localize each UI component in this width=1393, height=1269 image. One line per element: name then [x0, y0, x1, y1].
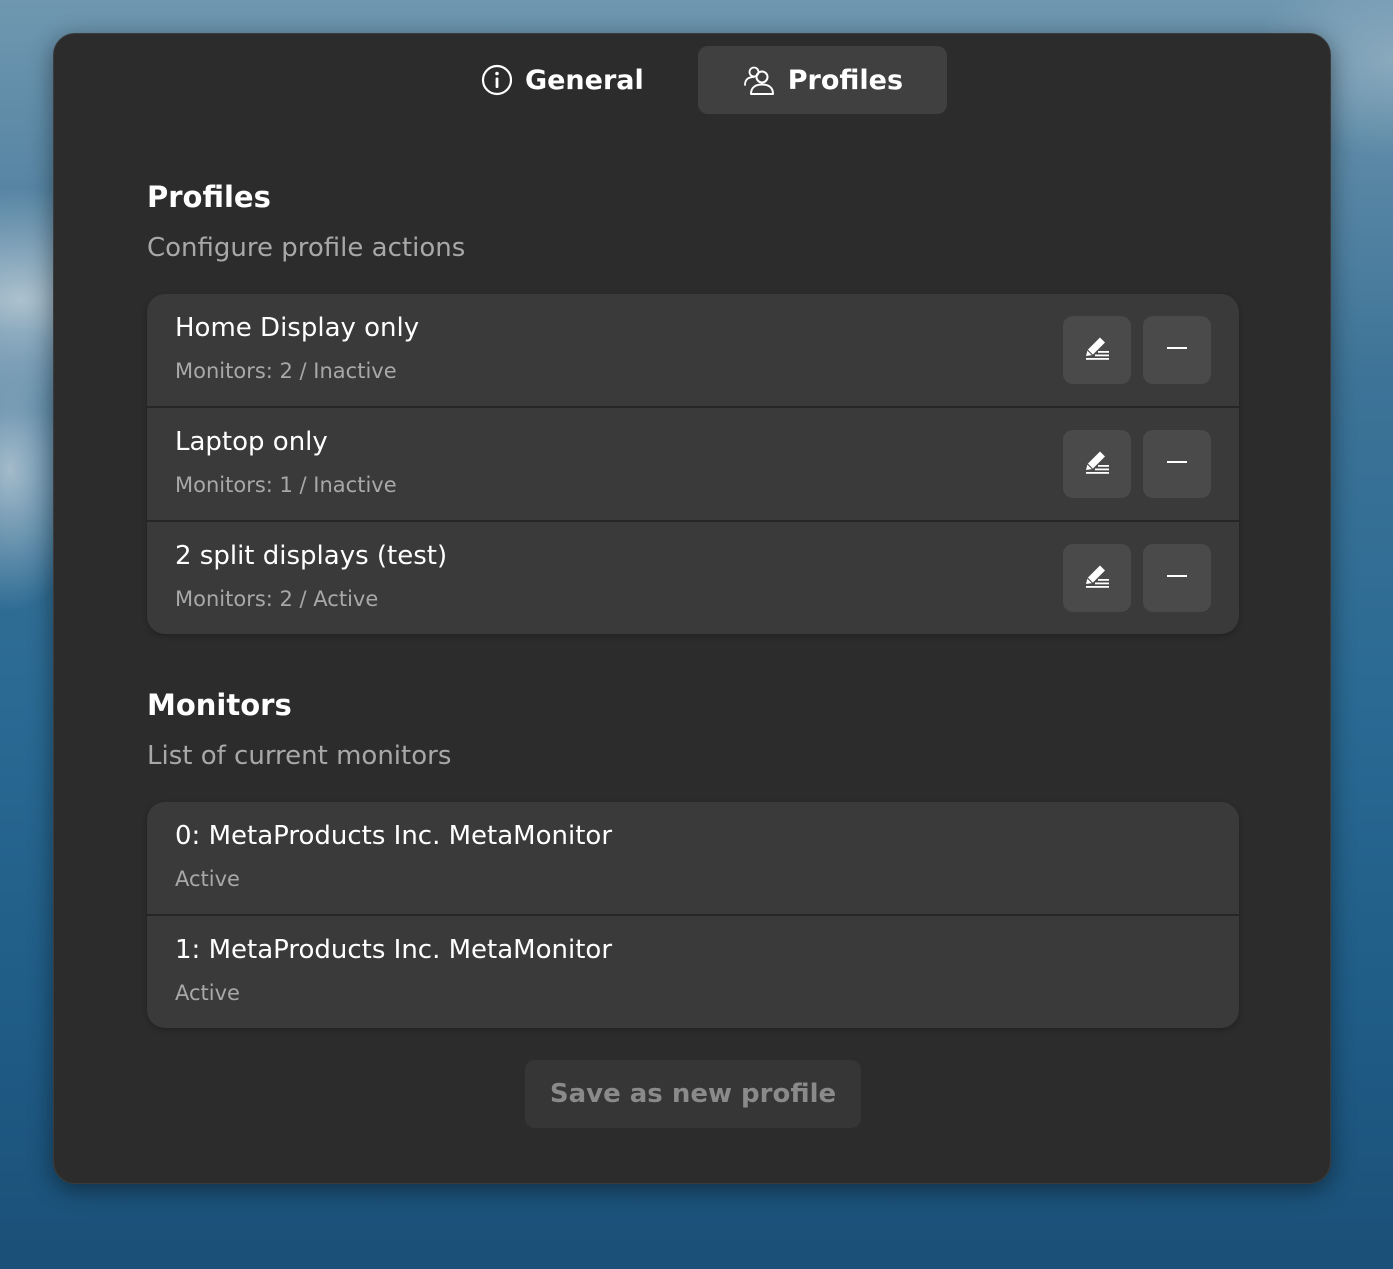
tab-general-label: General [524, 64, 644, 96]
profiles-section-title: Profiles [147, 180, 271, 214]
monitor-row: 0: MetaProducts Inc. MetaMonitor Active [147, 802, 1239, 916]
profile-name: Home Display only [175, 313, 420, 343]
remove-profile-button[interactable] [1143, 316, 1211, 384]
monitor-name: 1: MetaProducts Inc. MetaMonitor [175, 935, 613, 965]
monitor-status: Active [175, 981, 240, 1005]
info-icon [481, 64, 513, 96]
edit-profile-button[interactable] [1063, 430, 1131, 498]
preferences-window: General Profiles Profiles Configure prof… [53, 33, 1331, 1184]
save-as-new-profile-button[interactable]: Save as new profile [525, 1060, 861, 1128]
monitors-list: 0: MetaProducts Inc. MetaMonitor Active … [147, 802, 1239, 1028]
monitor-status: Active [175, 867, 240, 891]
profiles-list: Home Display only Monitors: 2 / Inactive [147, 294, 1239, 634]
remove-profile-button[interactable] [1143, 544, 1211, 612]
profile-row: 2 split displays (test) Monitors: 2 / Ac… [147, 522, 1239, 634]
profile-name: 2 split displays (test) [175, 541, 448, 571]
edit-icon [1081, 332, 1113, 368]
minus-icon [1165, 336, 1189, 364]
profile-detail: Monitors: 1 / Inactive [175, 473, 397, 497]
minus-icon [1165, 450, 1189, 478]
edit-profile-button[interactable] [1063, 544, 1131, 612]
edit-profile-button[interactable] [1063, 316, 1131, 384]
profiles-section-subtitle: Configure profile actions [147, 233, 466, 263]
minus-icon [1165, 564, 1189, 592]
monitor-name: 0: MetaProducts Inc. MetaMonitor [175, 821, 613, 851]
profile-detail: Monitors: 2 / Active [175, 587, 379, 611]
monitors-section-title: Monitors [147, 688, 292, 722]
edit-icon [1081, 446, 1113, 482]
tab-bar: General Profiles [54, 46, 1330, 114]
profile-name: Laptop only [175, 427, 328, 457]
tab-profiles[interactable]: Profiles [697, 46, 948, 114]
profiles-icon [742, 63, 776, 97]
monitors-section-subtitle: List of current monitors [147, 741, 452, 771]
profile-detail: Monitors: 2 / Inactive [175, 359, 397, 383]
tab-profiles-label: Profiles [787, 64, 904, 96]
profile-row: Laptop only Monitors: 1 / Inactive [147, 408, 1239, 522]
profile-row: Home Display only Monitors: 2 / Inactive [147, 294, 1239, 408]
monitor-row: 1: MetaProducts Inc. MetaMonitor Active [147, 916, 1239, 1028]
tab-general[interactable]: General [437, 46, 688, 114]
edit-icon [1081, 560, 1113, 596]
remove-profile-button[interactable] [1143, 430, 1211, 498]
